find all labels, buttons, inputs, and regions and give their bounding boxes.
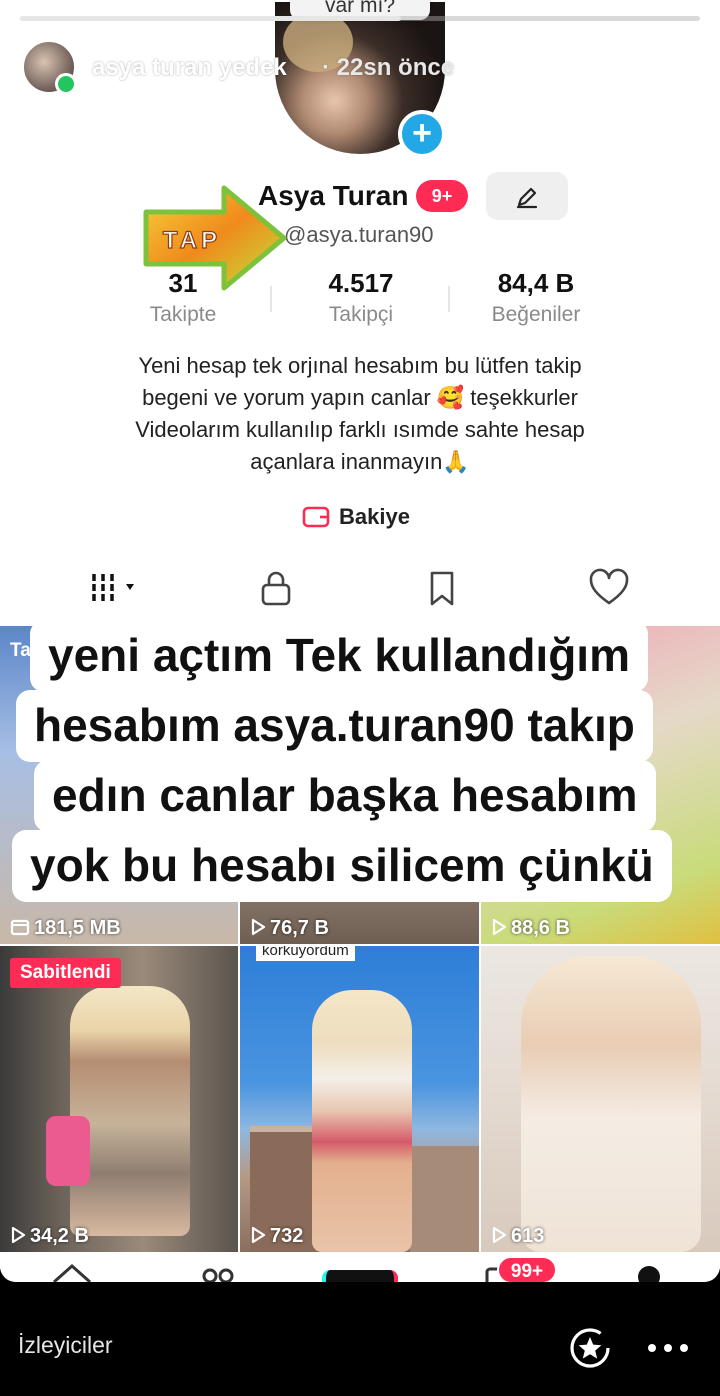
pinned-badge: Sabitlendi [10,958,121,988]
profile-nav-icon[interactable] [638,1266,660,1282]
app-bottom-nav [0,1252,720,1282]
building-shape [410,1146,479,1252]
home-icon[interactable] [50,1262,94,1282]
video-thumbnail-figure [312,990,412,1252]
view-count: 613 [491,1225,544,1248]
video-tile[interactable]: Sabitlendi 34,2 B [0,946,238,1252]
close-icon[interactable] [652,48,690,86]
follow-plus-button[interactable]: + [398,110,446,158]
likes-label: Beğeniler [491,303,581,326]
story-frame: var mı? + asya turan yedek · 22sn önce A… [0,0,720,1282]
followers-label: Takipçi [328,303,394,326]
video-overlay-text: korkuyordum [256,946,355,961]
viewers-button[interactable]: İzleyiciler [18,1332,113,1359]
bio-line: açanlara inanmayın🙏 [250,449,470,474]
story-progress-fill [20,16,401,21]
pencil-icon [516,187,538,209]
bio-line: Videolarım kullanılıp farklı ısımde saht… [135,417,585,442]
view-count: 34,2 B [10,1225,89,1248]
stat-likes[interactable]: 84,4 B Beğeniler [461,268,611,327]
story-progress-bar [20,16,700,21]
play-icon [11,1226,26,1244]
heart-icon[interactable] [588,568,630,608]
bookmark-icon[interactable] [424,568,460,608]
create-button[interactable] [322,1270,398,1282]
view-count: 88,6 B [491,917,570,940]
notification-badge[interactable]: 9+ [416,180,468,212]
stat-divider [448,286,450,312]
story-timestamp: · 22sn önce [322,54,455,81]
username-handle: @asya.turan90 [284,222,434,247]
lock-icon[interactable] [258,568,294,608]
inbox-badge: 99+ [497,1256,557,1282]
play-icon [492,1226,507,1244]
likes-count: 84,4 B [497,268,575,298]
tile-corner-text: Ta [10,640,31,661]
video-tile[interactable]: 613 [481,946,720,1252]
caption-line: hesabım asya.turan90 takıp [16,690,653,762]
play-icon [251,918,266,936]
wallet-icon [302,506,330,528]
followers-count: 4.517 [328,268,394,298]
storage-icon [10,919,30,936]
stat-divider [270,286,272,312]
profile-tabs [0,568,720,616]
video-tile[interactable]: korkuyordum 732 [240,946,479,1252]
balance-label: Bakiye [339,504,410,529]
caption-line: yeni açtım Tek kullandığım [30,620,648,692]
online-status-dot [55,73,77,95]
view-count: 181,5 MB [10,917,121,940]
stat-following[interactable]: 31 Takipte [108,268,258,327]
highlight-star-icon[interactable] [568,1326,612,1370]
stat-followers[interactable]: 4.517 Takipçi [286,268,436,327]
friends-icon[interactable] [198,1266,238,1282]
sticker-text: TAP [163,227,221,254]
play-icon [492,918,507,936]
pink-bag-shape [46,1116,90,1186]
caption-line: edın canlar başka hesabım [34,760,656,832]
videos-grid-icon[interactable] [88,568,144,608]
more-options-icon[interactable] [646,1338,690,1358]
caption-line: yok bu hesabı silicem çünkü [12,830,672,902]
story-header: asya turan yedek · 22sn önce [0,36,720,102]
story-username[interactable]: asya turan yedek [92,54,287,82]
bio-line: Yeni hesap tek orjınal hesabım bu lütfen… [138,353,582,378]
play-icon [251,1226,266,1244]
profile-bio: Yeni hesap tek orjınal hesabım bu lütfen… [60,350,660,478]
following-count: 31 [168,268,198,298]
video-thumbnail-figure [521,956,701,1252]
following-label: Takipte [149,303,217,326]
edit-profile-button[interactable] [486,172,568,220]
view-count: 76,7 B [250,917,329,940]
bio-line: begeni ve yorum yapın canlar 🥰 teşekkurl… [142,385,578,410]
video-thumbnail-figure [70,986,190,1236]
view-count: 732 [250,1225,303,1248]
